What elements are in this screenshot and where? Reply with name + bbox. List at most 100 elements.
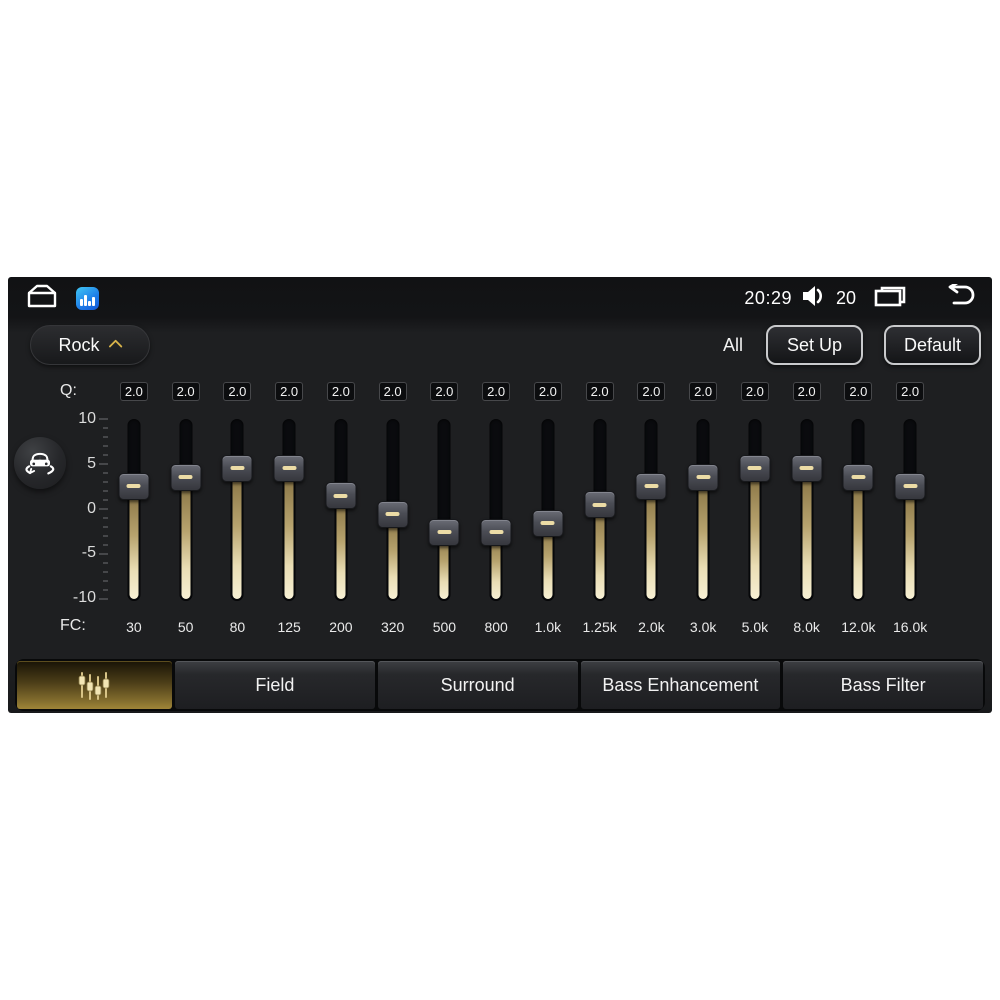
slider-handle[interactable]	[325, 482, 357, 510]
eq-band: 2.0 8.0k	[781, 382, 833, 635]
band-slider[interactable]	[160, 419, 212, 601]
tab-equalizer[interactable]	[17, 661, 172, 709]
band-frequency-label: 1.25k	[582, 619, 617, 635]
q-value[interactable]: 2.0	[275, 382, 304, 401]
car-surround-icon	[25, 452, 55, 475]
band-frequency-label: 12.0k	[841, 619, 876, 635]
band-slider[interactable]	[419, 419, 471, 601]
scale-tick	[99, 418, 108, 420]
recent-apps-icon[interactable]	[873, 284, 907, 313]
slider-fill	[336, 493, 346, 599]
scale-label: 0	[87, 499, 96, 517]
band-slider[interactable]	[884, 419, 936, 601]
slider-fill	[698, 475, 708, 599]
speaker-icon[interactable]	[801, 285, 827, 312]
bottom-tab-bar: Field Surround Bass Enhancement Bass Filter	[15, 659, 985, 711]
tab-surround[interactable]: Surround	[377, 661, 578, 709]
eq-band: 2.0 80	[212, 382, 264, 635]
tab-field[interactable]: Field	[175, 661, 375, 709]
band-slider[interactable]	[315, 419, 367, 601]
car-surround-button[interactable]	[14, 437, 66, 489]
tab-label: Bass Filter	[840, 674, 926, 695]
band-slider[interactable]	[470, 419, 522, 601]
fc-row-label: FC:	[60, 617, 86, 634]
band-slider[interactable]	[212, 419, 264, 601]
band-slider[interactable]	[677, 419, 729, 601]
slider-handle[interactable]	[791, 454, 823, 482]
slider-handle[interactable]	[118, 472, 150, 500]
slider-fill	[284, 466, 294, 599]
set-up-button[interactable]: Set Up	[765, 325, 863, 365]
slider-handle[interactable]	[635, 472, 667, 500]
volume-level: 20	[835, 287, 856, 308]
slider-handle[interactable]	[894, 472, 926, 500]
eq-band: 2.0 3.0k	[677, 382, 729, 635]
band-slider[interactable]	[522, 419, 574, 601]
slider-fill	[750, 466, 760, 599]
scale-tick	[99, 508, 108, 510]
band-slider[interactable]	[574, 419, 626, 601]
eq-bands: 2.0 30 2.0 50 2.0 80 2.0 125 2.0 200 2.0…	[108, 382, 936, 635]
q-value[interactable]: 2.0	[792, 382, 821, 401]
q-value[interactable]: 2.0	[171, 382, 200, 401]
slider-fill	[181, 475, 191, 599]
slider-handle[interactable]	[273, 454, 305, 482]
status-bar: 20:29 20	[8, 281, 992, 315]
q-value[interactable]: 2.0	[119, 382, 148, 401]
preset-dropdown[interactable]: Rock	[30, 325, 150, 365]
default-button[interactable]: Default	[883, 325, 981, 365]
q-value[interactable]: 2.0	[896, 382, 925, 401]
slider-handle[interactable]	[170, 463, 202, 491]
eq-app-icon[interactable]	[76, 286, 99, 310]
band-frequency-label: 200	[329, 619, 353, 635]
slider-handle[interactable]	[221, 454, 253, 482]
slider-handle[interactable]	[687, 463, 719, 491]
slider-handle[interactable]	[584, 491, 616, 519]
all-label[interactable]: All	[723, 335, 743, 356]
band-slider[interactable]	[626, 419, 678, 601]
scale-label: -5	[81, 544, 96, 562]
tab-bass-enhancement[interactable]: Bass Enhancement	[580, 661, 781, 709]
band-slider[interactable]	[781, 419, 833, 601]
band-frequency-label: 125	[277, 619, 301, 635]
band-frequency-label: 80	[229, 619, 246, 635]
slider-handle[interactable]	[842, 463, 874, 491]
q-value[interactable]: 2.0	[585, 382, 614, 401]
slider-handle[interactable]	[480, 518, 512, 546]
q-value[interactable]: 2.0	[430, 382, 459, 401]
q-value[interactable]: 2.0	[482, 382, 511, 401]
slider-fill	[853, 475, 863, 599]
tab-bass-filter[interactable]: Bass Filter	[783, 661, 983, 709]
eq-band: 2.0 5.0k	[729, 382, 781, 635]
q-value[interactable]: 2.0	[223, 382, 252, 401]
q-value[interactable]: 2.0	[689, 382, 718, 401]
q-value[interactable]: 2.0	[844, 382, 873, 401]
band-slider[interactable]	[367, 419, 419, 601]
home-icon[interactable]	[24, 283, 60, 314]
band-slider[interactable]	[263, 419, 315, 601]
band-slider[interactable]	[108, 419, 160, 601]
q-value[interactable]: 2.0	[740, 382, 769, 401]
eq-band: 2.0 500	[419, 382, 471, 635]
band-slider[interactable]	[833, 419, 885, 601]
scale-label: 10	[78, 410, 96, 427]
eq-band: 2.0 1.0k	[522, 382, 574, 635]
preset-value: Rock	[58, 334, 100, 355]
slider-fill	[802, 466, 812, 599]
eq-band: 2.0 30	[108, 382, 160, 635]
band-slider[interactable]	[729, 419, 781, 601]
scale-label: -10	[72, 589, 96, 606]
q-value[interactable]: 2.0	[378, 382, 407, 401]
q-value[interactable]: 2.0	[533, 382, 562, 401]
slider-handle[interactable]	[532, 509, 564, 537]
slider-handle[interactable]	[377, 500, 409, 528]
band-frequency-label: 800	[484, 619, 508, 635]
scale-tick	[99, 598, 108, 600]
q-value[interactable]: 2.0	[637, 382, 666, 401]
slider-handle[interactable]	[428, 518, 460, 546]
back-icon[interactable]	[942, 281, 976, 313]
tab-label: Bass Enhancement	[602, 674, 759, 695]
q-value[interactable]: 2.0	[326, 382, 355, 401]
eq-band: 2.0 2.0k	[626, 382, 678, 635]
slider-handle[interactable]	[739, 454, 771, 482]
